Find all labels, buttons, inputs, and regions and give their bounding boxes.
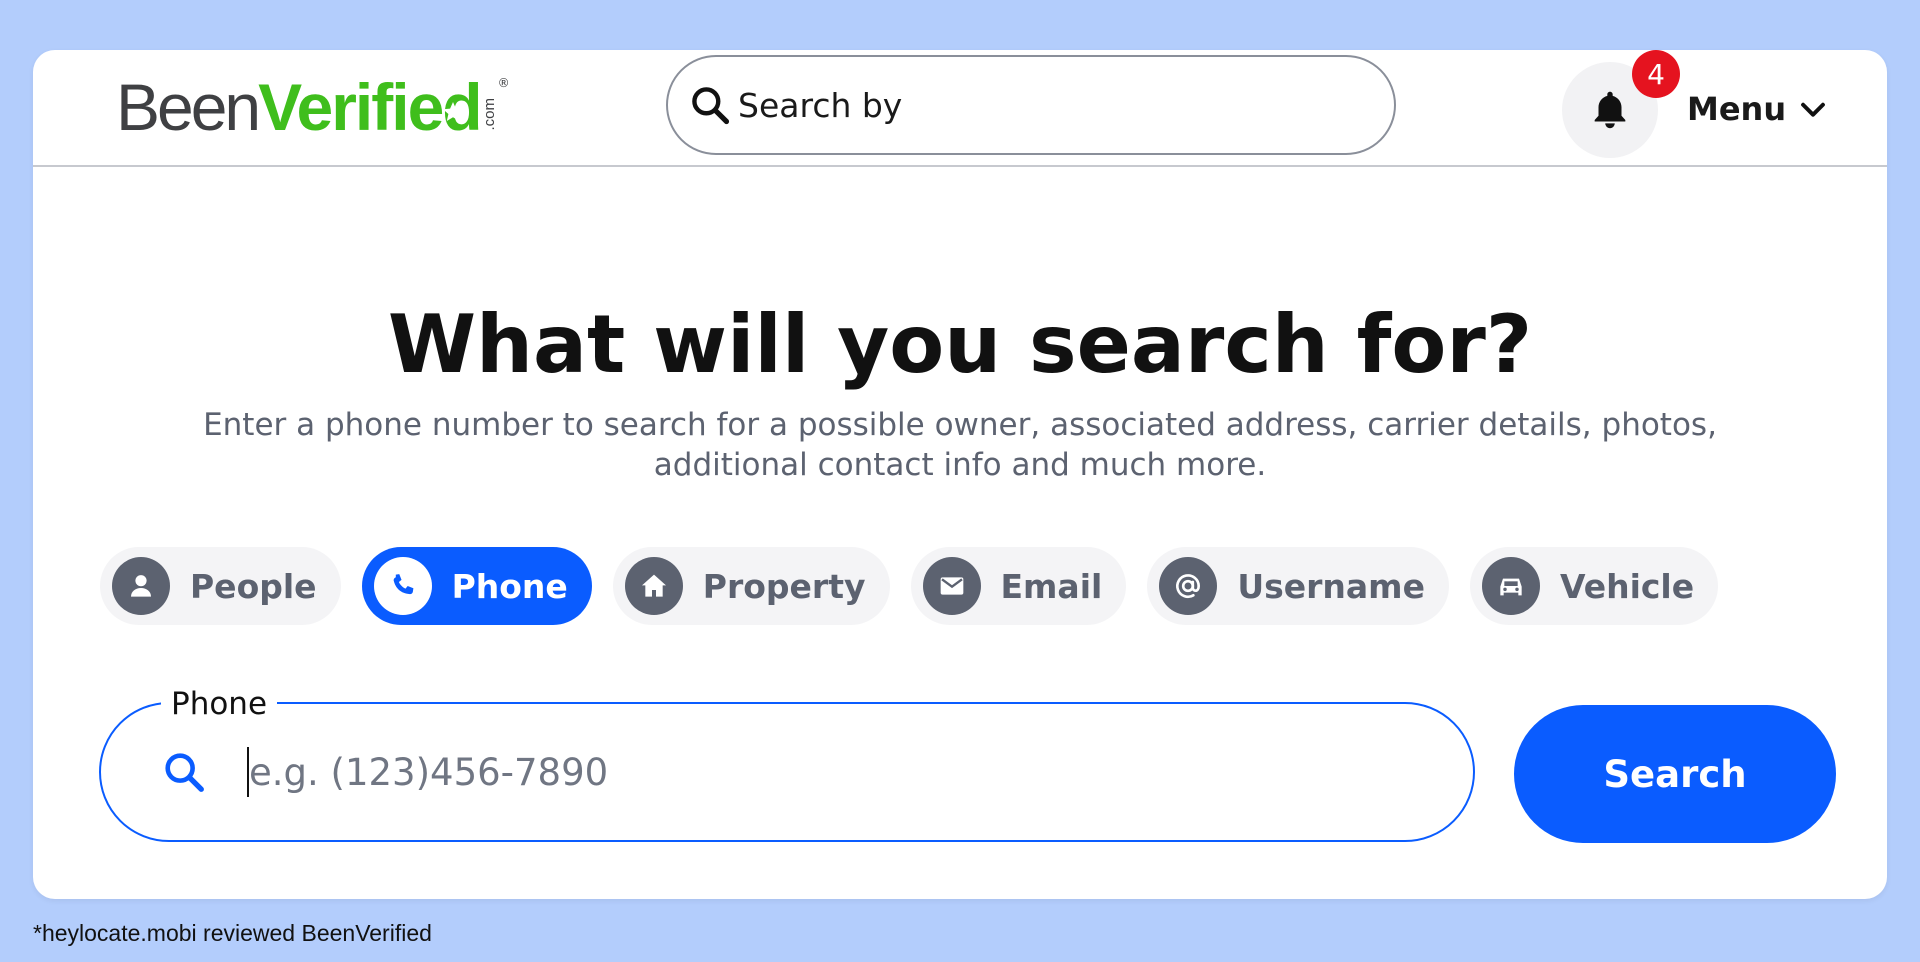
house-icon <box>624 557 683 615</box>
page-title: What will you search for? <box>387 298 1533 391</box>
review-footnote: *heylocate.mobi reviewed BeenVerified <box>33 920 432 946</box>
tab-label: People <box>190 566 317 606</box>
search-type-tabs: People Phone Property Email Username Veh… <box>100 547 1719 625</box>
tab-vehicle[interactable]: Vehicle <box>1469 547 1719 625</box>
logo-star-icon <box>443 102 463 121</box>
tab-people[interactable]: People <box>100 547 341 625</box>
main-card: Been Verified .com ® Search by 4 Menu Wh… <box>33 50 1887 899</box>
logo-text-com: .com <box>480 98 498 131</box>
logo-text-been: Been <box>116 70 261 144</box>
envelope-icon <box>922 557 981 615</box>
header-search-bar[interactable]: Search by <box>666 55 1396 155</box>
site-header: Been Verified .com ® Search by 4 Menu <box>33 50 1887 167</box>
tab-email[interactable]: Email <box>910 547 1127 625</box>
tab-label: Vehicle <box>1559 566 1695 606</box>
person-icon <box>112 557 170 615</box>
phone-icon <box>373 557 432 615</box>
search-icon <box>165 753 204 792</box>
notification-count-badge: 4 <box>1632 50 1680 98</box>
menu-button[interactable]: Menu <box>1687 86 1830 132</box>
tab-label: Email <box>1000 566 1103 606</box>
header-search-label: Search by <box>738 85 903 125</box>
tab-label: Property <box>702 566 866 606</box>
menu-label: Menu <box>1687 90 1787 128</box>
tab-phone[interactable]: Phone <box>361 547 592 625</box>
tab-label: Phone <box>451 566 568 606</box>
tab-label: Username <box>1237 566 1425 606</box>
phone-field-label: Phone <box>161 686 278 722</box>
logo-registered-mark: ® <box>497 76 510 90</box>
page-description: Enter a phone number to search for a pos… <box>203 407 1717 483</box>
bell-icon <box>1594 91 1626 129</box>
at-sign-icon <box>1159 557 1218 615</box>
chevron-down-icon <box>1801 102 1826 117</box>
phone-search-field[interactable] <box>99 702 1475 842</box>
search-icon <box>692 87 730 125</box>
car-icon <box>1481 557 1540 615</box>
tab-property[interactable]: Property <box>612 547 890 625</box>
search-button[interactable]: Search <box>1514 705 1836 843</box>
phone-input[interactable] <box>249 750 1249 794</box>
tab-username[interactable]: Username <box>1147 547 1449 625</box>
